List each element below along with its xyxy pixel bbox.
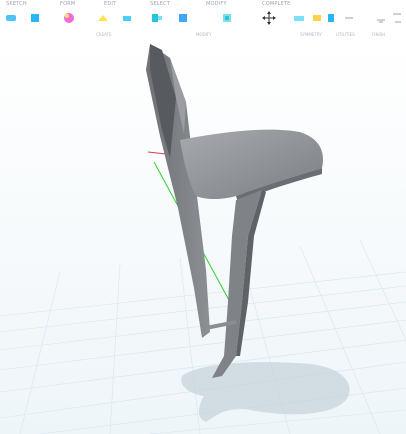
weld-button[interactable] bbox=[324, 11, 338, 25]
bridge-button[interactable] bbox=[292, 11, 306, 25]
line-icon bbox=[345, 17, 353, 19]
modify-group-label: MODIFY bbox=[196, 32, 212, 37]
scene bbox=[0, 40, 406, 434]
menu-select[interactable]: SELECT bbox=[150, 1, 170, 7]
sphere-button[interactable] bbox=[62, 11, 76, 25]
sphere-icon bbox=[64, 13, 74, 23]
menu-complete[interactable]: COMPLETE bbox=[262, 1, 291, 7]
insert-edge-icon bbox=[152, 14, 162, 22]
utilities-group-label: UTILITIES bbox=[336, 32, 355, 37]
edit-form-button[interactable] bbox=[120, 11, 134, 25]
weld-icon bbox=[328, 14, 334, 22]
menu-edit[interactable]: EDIT bbox=[104, 1, 116, 7]
bridge-icon bbox=[294, 16, 304, 21]
plane-button[interactable] bbox=[96, 11, 110, 25]
inspect-icon bbox=[377, 19, 385, 23]
3d-viewport[interactable]: HOME VIEW bbox=[0, 40, 406, 434]
menu-modify[interactable]: MODIFY bbox=[206, 1, 227, 7]
fill-hole-icon bbox=[313, 15, 321, 21]
fill-hole-button[interactable] bbox=[310, 11, 324, 25]
create-icon bbox=[6, 15, 16, 21]
grid-icon bbox=[393, 13, 401, 23]
crease-icon bbox=[223, 14, 231, 22]
box-button[interactable] bbox=[28, 11, 42, 25]
menu-form[interactable]: FORM bbox=[60, 1, 75, 7]
create-button[interactable] bbox=[4, 11, 18, 25]
create-group-label: CREATE bbox=[96, 32, 112, 37]
move-button[interactable] bbox=[262, 11, 276, 25]
menu-sketch[interactable]: SKETCH bbox=[6, 1, 27, 7]
toolbar: SKETCH FORM EDIT SELECT MODIFY COMPLETE bbox=[0, 0, 406, 40]
inspect-button[interactable] bbox=[374, 11, 388, 25]
grid-button[interactable] bbox=[390, 11, 404, 25]
line-button[interactable] bbox=[342, 11, 356, 25]
box-icon bbox=[31, 14, 39, 22]
subdivide-icon bbox=[179, 14, 187, 22]
subdivide-button[interactable] bbox=[176, 11, 190, 25]
insert-edge-button[interactable] bbox=[150, 11, 164, 25]
move-icon bbox=[262, 11, 276, 25]
symmetry-group-label: SYMMETRY bbox=[300, 32, 322, 37]
edit-form-icon bbox=[123, 16, 131, 21]
plane-icon bbox=[98, 15, 108, 21]
finish-group-label: FINISH bbox=[372, 32, 386, 37]
crease-button[interactable] bbox=[220, 11, 234, 25]
